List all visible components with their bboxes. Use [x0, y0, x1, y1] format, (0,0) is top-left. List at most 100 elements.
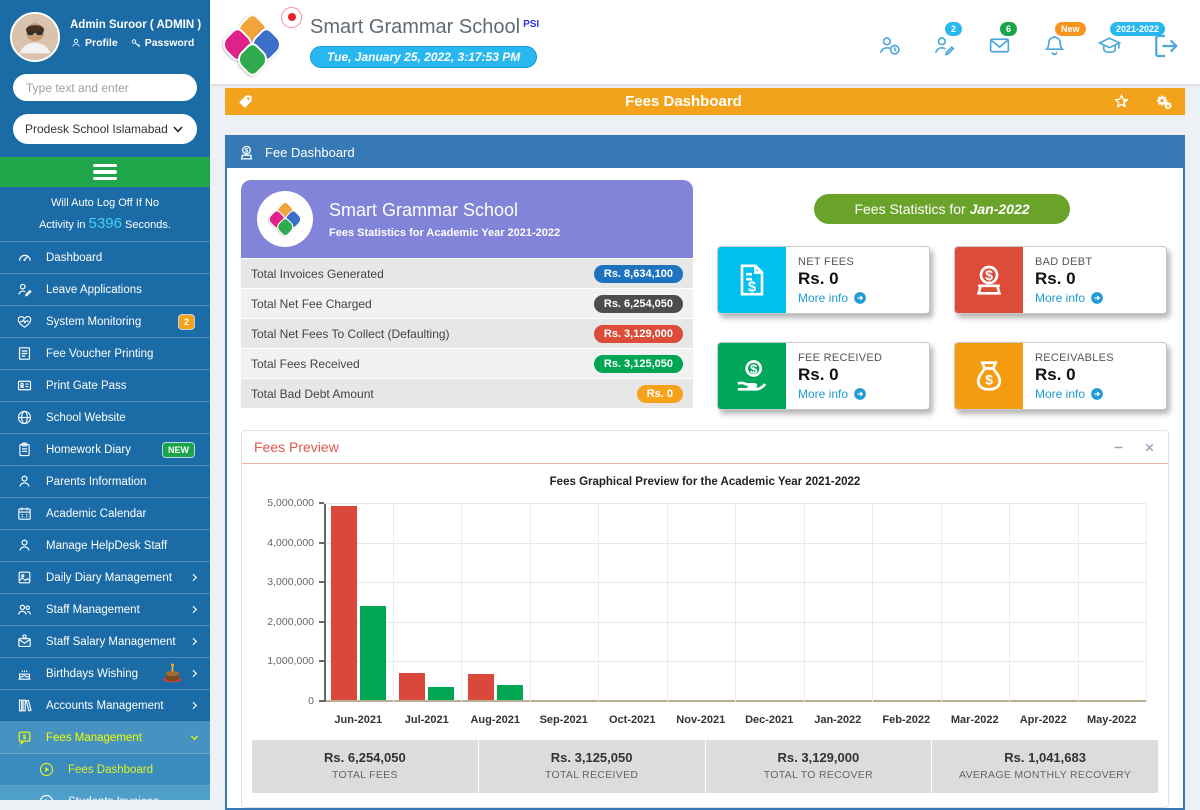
user-name: Admin Suroor ( ADMIN ) — [70, 19, 201, 31]
school-name: Smart Grammar School — [310, 16, 520, 38]
notification-badge: 2 — [945, 22, 962, 36]
x-axis-label: Apr-2022 — [1009, 714, 1078, 726]
password-link[interactable]: Password — [130, 37, 195, 49]
sidebar-item-accounts-management[interactable]: Accounts Management — [0, 690, 210, 722]
chart-bar-aug-2021-total-fees — [468, 674, 494, 700]
people-icon — [16, 601, 33, 618]
fees-summary-table: Total Invoices GeneratedRs. 8,634,100Tot… — [241, 259, 693, 408]
more-info-label: More info — [798, 387, 848, 401]
settings-icon[interactable] — [1156, 93, 1173, 110]
more-info-link[interactable]: More info — [1035, 387, 1114, 401]
chart-wrap: Fees Graphical Preview for the Academic … — [242, 464, 1168, 728]
fees-preview-panel: Fees Preview Fees Graphical Preview for … — [241, 430, 1169, 808]
sidebar-item-label: Manage HelpDesk Staff — [46, 540, 200, 552]
x-axis-label: Feb-2022 — [872, 714, 941, 726]
sidebar-item-birthdays-wishing[interactable]: Birthdays Wishing — [0, 658, 210, 690]
favorite-icon[interactable] — [1113, 93, 1130, 110]
svg-text:$: $ — [985, 372, 993, 388]
person-icon — [16, 537, 33, 554]
chev-down-icon — [189, 732, 200, 743]
arrow-circle-icon — [853, 387, 867, 401]
receipt-icon — [16, 345, 33, 362]
sidebar-item-leave-applications[interactable]: Leave Applications — [0, 274, 210, 306]
gridline-vertical — [530, 504, 531, 702]
table-row-total-net-fees-to-collect-defaulting: Total Net Fees To Collect (Defaulting)Rs… — [241, 319, 693, 348]
chart-bar-jul-2021-total-received — [428, 687, 454, 700]
footer-stat-value: Rs. 3,129,000 — [710, 750, 928, 765]
sidebar: Admin Suroor ( ADMIN ) Profile Password … — [0, 0, 210, 800]
sidebar-toggle-button[interactable] — [0, 157, 210, 187]
y-axis-label: 4,000,000 — [250, 537, 314, 549]
password-link-label: Password — [145, 37, 195, 49]
more-info-label: More info — [798, 291, 848, 305]
sidebar-item-staff-management[interactable]: Staff Management — [0, 594, 210, 626]
user-pen-icon[interactable]: 2 — [932, 33, 957, 58]
sidebar-item-fees-management[interactable]: $Fees Management — [0, 722, 210, 754]
grad-cap-icon[interactable]: 2021-2022 — [1097, 33, 1122, 58]
more-info-link[interactable]: More info — [1035, 291, 1104, 305]
search-input[interactable] — [13, 74, 197, 101]
more-info-link[interactable]: More info — [798, 291, 867, 305]
bell-icon[interactable]: New — [1042, 33, 1067, 58]
gridline-vertical — [1009, 504, 1010, 702]
svg-text:$: $ — [985, 268, 993, 284]
sidebar-item-dashboard[interactable]: Dashboard — [0, 242, 210, 274]
table-row-total-net-fee-charged: Total Net Fee ChargedRs. 6,254,050 — [241, 289, 693, 318]
sidebar-item-students-invoices[interactable]: Students Invoices — [0, 786, 210, 800]
hand-coin-icon: $ — [718, 343, 786, 409]
sidebar-item-manage-helpdesk-staff[interactable]: Manage HelpDesk Staff — [0, 530, 210, 562]
avatar[interactable] — [10, 12, 60, 62]
sidebar-item-daily-diary-management[interactable]: Daily Diary Management — [0, 562, 210, 594]
profile-link[interactable]: Profile — [70, 37, 118, 49]
sidebar-item-label: Birthdays Wishing — [46, 668, 160, 680]
globe-icon — [16, 409, 33, 426]
footer-stat-label: TOTAL RECEIVED — [483, 769, 701, 781]
sidebar-item-academic-calendar[interactable]: Academic Calendar — [0, 498, 210, 530]
minimize-icon[interactable] — [1112, 441, 1125, 454]
sidebar-item-homework-diary[interactable]: Homework DiaryNEW — [0, 434, 210, 466]
profile-link-label: Profile — [85, 37, 118, 49]
sidebar-item-school-website[interactable]: School Website — [0, 402, 210, 434]
chart-bar-aug-2021-total-received — [497, 685, 523, 700]
sidebar-item-staff-salary-management[interactable]: Staff Salary Management — [0, 626, 210, 658]
sidebar-item-print-gate-pass[interactable]: Print Gate Pass — [0, 370, 210, 402]
gridline-vertical — [1146, 504, 1147, 702]
y-axis-label: 0 — [250, 695, 314, 707]
sidebar-item-label: Academic Calendar — [46, 508, 200, 520]
stat-value-badge: Rs. 0 — [637, 385, 683, 403]
sidebar-item-label: Print Gate Pass — [46, 380, 200, 392]
stat-cards: $NET FEESRs. 0More info$BAD DEBTRs. 0Mor… — [715, 246, 1169, 410]
more-info-link[interactable]: More info — [798, 387, 882, 401]
svg-text:$: $ — [748, 278, 757, 295]
footer-stat-value: Rs. 3,125,050 — [483, 750, 701, 765]
y-axis-label: 3,000,000 — [250, 576, 314, 588]
sidebar-item-label: Fees Dashboard — [68, 764, 200, 776]
sidebar-item-label: Fee Voucher Printing — [46, 348, 200, 360]
sidebar-item-label: School Website — [46, 412, 200, 424]
sidebar-item-label: Leave Applications — [46, 284, 200, 296]
sidebar-item-label: Students Invoices — [68, 796, 200, 800]
user-clock-icon[interactable] — [877, 33, 902, 58]
envelope-icon[interactable]: 6 — [987, 33, 1012, 58]
gridline-vertical — [667, 504, 668, 702]
sidebar-item-fee-voucher-printing[interactable]: Fee Voucher Printing — [0, 338, 210, 370]
sidebar-item-fees-dashboard[interactable]: Fees Dashboard — [0, 754, 210, 786]
school-logo-small — [257, 191, 313, 247]
sidebar-item-system-monitoring[interactable]: System Monitoring2 — [0, 306, 210, 338]
stat-label: Total Fees Received — [251, 357, 360, 371]
month-stats-pill: Fees Statistics for Jan-2022 — [814, 194, 1069, 224]
sidebar-menu: Dashboard Leave Applications System Monito… — [0, 241, 210, 800]
sidebar-item-parents-information[interactable]: Parents Information — [0, 466, 210, 498]
notification-badge: 6 — [1000, 22, 1017, 36]
pinwheel-logo-icon — [269, 203, 300, 234]
school-select[interactable]: Prodesk School Islamabad — [13, 114, 197, 144]
footer-stat-average-monthly-recovery: Rs. 1,041,683AVERAGE MONTHLY RECOVERY — [932, 740, 1158, 793]
sidebar-item-label: Daily Diary Management — [46, 572, 189, 584]
avatar-photo — [12, 14, 58, 60]
stat-card-bad-debt: $BAD DEBTRs. 0More info — [954, 246, 1167, 314]
stat-card-value: Rs. 0 — [798, 365, 882, 385]
close-icon[interactable] — [1143, 441, 1156, 454]
sidebar-item-label: System Monitoring — [46, 316, 179, 328]
stat-card-body: NET FEESRs. 0More info — [786, 247, 879, 313]
topbar-icons: 2 6 New 2021-2022 — [877, 25, 1122, 58]
